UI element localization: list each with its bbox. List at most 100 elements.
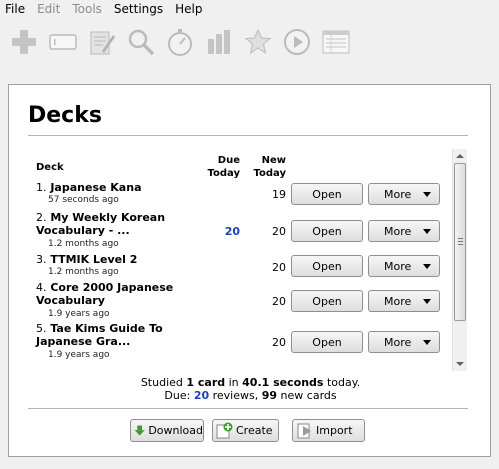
deck-new-count: 20: [272, 225, 286, 238]
deck-title[interactable]: My Weekly Korean: [50, 211, 165, 224]
open-button-label: Open: [312, 259, 342, 273]
open-button[interactable]: Open: [291, 290, 363, 312]
header-due-today: Due Today: [188, 154, 240, 180]
deck-last-studied: 1.2 months ago: [48, 239, 119, 249]
studied-suffix: today.: [323, 376, 361, 389]
deck-number: 4.: [36, 281, 47, 294]
header-deck: Deck: [36, 162, 64, 173]
list-icon[interactable]: [320, 26, 352, 58]
more-button[interactable]: More: [368, 255, 440, 277]
divider: [28, 135, 468, 136]
due-reviews-count: 20: [193, 389, 210, 402]
deck-number: 5.: [36, 322, 47, 335]
menu-edit[interactable]: Edit: [31, 0, 66, 19]
deck-browser-panel: Decks Deck Due Today New Today 1. Japane…: [8, 84, 491, 457]
more-button[interactable]: More: [368, 290, 440, 312]
deck-new-count: 20: [272, 336, 286, 349]
create-icon: [216, 422, 233, 439]
deck-title[interactable]: Core 2000 Japanese: [50, 281, 173, 294]
deck-title-cont[interactable]: Vocabulary: [36, 294, 186, 307]
deck-number: 2.: [36, 211, 47, 224]
deck-list-scrollbar[interactable]: [452, 149, 467, 371]
menu-tools[interactable]: Tools: [66, 0, 108, 19]
deck-title[interactable]: Japanese Kana: [50, 181, 141, 194]
deck-title-cont[interactable]: Vocabulary - ...: [36, 224, 186, 237]
deck-name[interactable]: 3. TTMIK Level 2: [36, 253, 186, 266]
more-button-label: More: [384, 335, 412, 349]
deck-name[interactable]: 1. Japanese Kana: [36, 181, 186, 194]
open-button[interactable]: Open: [291, 255, 363, 277]
import-label: Import: [316, 424, 353, 437]
study-summary: Studied 1 card in 40.1 seconds today. Du…: [9, 376, 492, 402]
header-new-line2: Today: [253, 168, 286, 179]
deck-new-count: 20: [272, 295, 286, 308]
due-prefix: Due:: [164, 389, 194, 402]
divider: [28, 408, 468, 409]
more-button[interactable]: More: [368, 331, 440, 353]
menu-settings[interactable]: Settings: [108, 0, 169, 19]
open-button[interactable]: Open: [291, 220, 363, 242]
create-label: Create: [236, 424, 273, 437]
add-icon[interactable]: [8, 26, 40, 58]
grip-icon: [458, 238, 463, 245]
chevron-down-icon: [423, 264, 431, 269]
stopwatch-icon[interactable]: [164, 26, 196, 58]
deck-name[interactable]: 5. Tae Kims Guide To Japanese Gra...: [36, 322, 186, 348]
deck-last-studied: 1.9 years ago: [48, 309, 110, 319]
import-button[interactable]: Import: [292, 419, 365, 442]
open-button-label: Open: [312, 224, 342, 238]
create-button[interactable]: Create: [212, 419, 279, 442]
chevron-down-icon: [423, 299, 431, 304]
header-new-line1: New: [261, 155, 286, 166]
header-due-line1: Due: [217, 155, 240, 166]
deck-title-cont[interactable]: Japanese Gra...: [36, 335, 186, 348]
studied-mid: in: [225, 376, 243, 389]
play-icon[interactable]: [281, 26, 313, 58]
deck-last-studied: 1.2 months ago: [48, 267, 119, 277]
deck-due-count: 20: [224, 225, 240, 238]
open-button-label: Open: [312, 335, 342, 349]
chevron-down-icon: [423, 229, 431, 234]
studied-time: 40.1 seconds: [242, 376, 324, 389]
edit-icon[interactable]: [86, 26, 118, 58]
more-button-label: More: [384, 224, 412, 238]
menu-bar: File Edit Tools Settings Help: [0, 0, 499, 19]
menu-file[interactable]: File: [0, 0, 31, 19]
open-button-label: Open: [312, 187, 342, 201]
more-button-label: More: [384, 187, 412, 201]
scrollbar-thumb[interactable]: [454, 163, 466, 321]
studied-count: 1 card: [186, 376, 226, 389]
open-button[interactable]: Open: [291, 331, 363, 353]
more-button[interactable]: More: [368, 183, 440, 205]
studied-prefix: Studied: [140, 376, 187, 389]
stats-icon[interactable]: [203, 26, 235, 58]
card-icon[interactable]: [47, 26, 79, 58]
scroll-up-arrow-icon[interactable]: [456, 154, 464, 158]
more-button-label: More: [384, 259, 412, 273]
download-button[interactable]: Download: [130, 419, 204, 442]
toolbar: [0, 20, 499, 64]
deck-new-count: 20: [272, 261, 286, 274]
page-title: Decks: [28, 103, 102, 128]
scroll-down-arrow-icon[interactable]: [456, 362, 464, 366]
deck-name[interactable]: 4. Core 2000 Japanese Vocabulary: [36, 281, 186, 307]
download-icon: [134, 425, 145, 436]
open-button-label: Open: [312, 294, 342, 308]
deck-title[interactable]: Tae Kims Guide To: [50, 322, 162, 335]
deck-last-studied: 57 seconds ago: [48, 195, 119, 205]
deck-title[interactable]: TTMIK Level 2: [50, 253, 137, 266]
more-button-label: More: [384, 294, 412, 308]
deck-number: 3.: [36, 253, 47, 266]
header-due-line2: Today: [207, 168, 240, 179]
due-suffix: new cards: [277, 389, 337, 402]
download-label: Download: [148, 424, 203, 437]
star-icon[interactable]: [242, 26, 274, 58]
deck-last-studied: 1.9 years ago: [48, 350, 110, 360]
open-button[interactable]: Open: [291, 183, 363, 205]
deck-name[interactable]: 2. My Weekly Korean Vocabulary - ...: [36, 211, 186, 237]
import-icon: [297, 423, 311, 439]
more-button[interactable]: More: [368, 220, 440, 242]
due-mid: reviews,: [209, 389, 262, 402]
menu-help[interactable]: Help: [169, 0, 208, 19]
search-icon[interactable]: [125, 26, 157, 58]
